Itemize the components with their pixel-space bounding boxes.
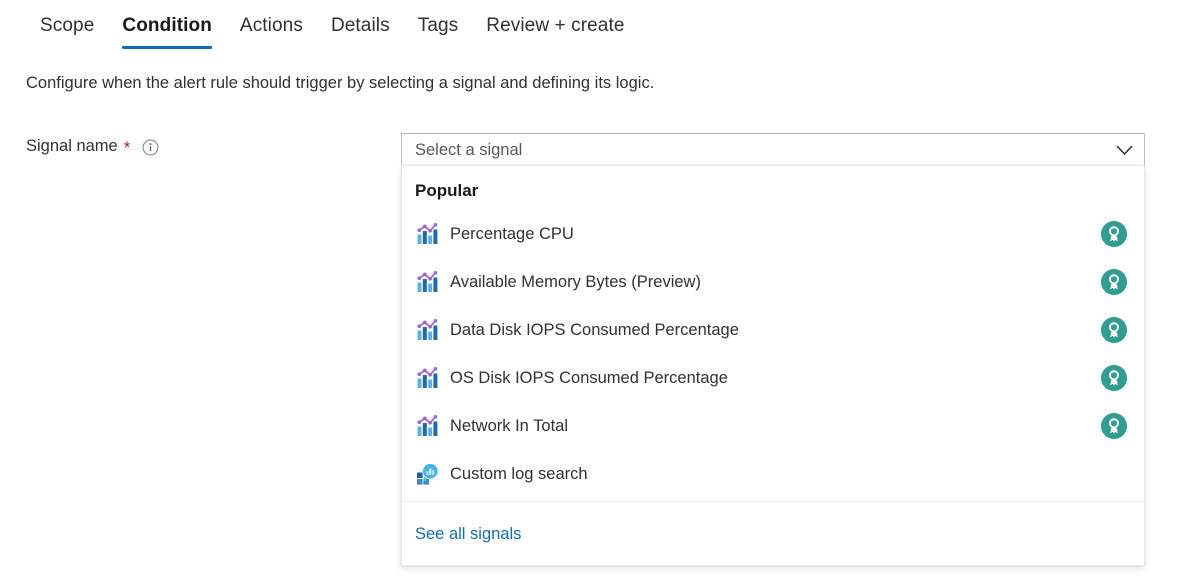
signal-option-available-memory-bytes[interactable]: Available Memory Bytes (Preview)	[402, 258, 1144, 306]
signal-dropdown-panel: Popular Percentage CPU Available Memory …	[401, 165, 1145, 566]
dropdown-footer: See all signals	[402, 501, 1144, 565]
tab-actions[interactable]: Actions	[226, 0, 317, 49]
signal-option-os-disk-iops[interactable]: OS Disk IOPS Consumed Percentage	[402, 354, 1144, 402]
popular-award-badge-icon	[1101, 413, 1127, 439]
signal-option-label: Custom log search	[450, 465, 588, 483]
tab-scope[interactable]: Scope	[26, 0, 108, 49]
signal-option-network-in-total[interactable]: Network In Total	[402, 402, 1144, 450]
signal-option-label: Network In Total	[450, 417, 568, 435]
see-all-signals-link[interactable]: See all signals	[415, 523, 521, 545]
signal-name-label: Signal name *	[26, 135, 159, 157]
tab-selected-underline	[122, 46, 212, 49]
signal-option-label: Available Memory Bytes (Preview)	[450, 273, 701, 291]
popular-award-badge-icon	[1101, 365, 1127, 391]
popular-award-badge-icon	[1101, 317, 1127, 343]
required-asterisk: *	[123, 138, 131, 157]
signal-option-percentage-cpu[interactable]: Percentage CPU	[402, 210, 1144, 258]
tab-label: Scope	[40, 15, 95, 36]
popular-award-badge-icon	[1101, 269, 1127, 295]
log-search-icon	[415, 462, 439, 486]
signal-option-custom-log-search[interactable]: Custom log search	[402, 450, 1144, 498]
metric-chart-icon	[415, 366, 439, 390]
signal-name-label-text: Signal name	[26, 137, 118, 155]
no-badge-placeholder	[1101, 461, 1127, 487]
metric-chart-icon	[415, 414, 439, 438]
tab-label: Tags	[417, 15, 459, 36]
signal-option-label: Data Disk IOPS Consumed Percentage	[450, 321, 739, 339]
tab-details[interactable]: Details	[317, 0, 404, 49]
metric-chart-icon	[415, 222, 439, 246]
signal-option-label: Percentage CPU	[450, 225, 574, 243]
signal-name-form-row: Signal name * Select a signal	[26, 133, 1154, 169]
signal-option-list: Popular Percentage CPU Available Memory …	[402, 166, 1144, 501]
signal-option-label: OS Disk IOPS Consumed Percentage	[450, 369, 728, 387]
tab-condition[interactable]: Condition	[108, 0, 226, 49]
popular-award-badge-icon	[1101, 221, 1127, 247]
tab-tags[interactable]: Tags	[404, 0, 473, 49]
tab-label: Review + create	[486, 15, 625, 36]
tab-label: Condition	[122, 15, 212, 36]
metric-chart-icon	[415, 318, 439, 342]
chevron-down-icon[interactable]	[1104, 134, 1144, 166]
option-group-header: Popular	[415, 181, 479, 200]
page-description: Configure when the alert rule should tri…	[26, 74, 655, 92]
tab-label: Actions	[239, 15, 303, 36]
info-circle-icon[interactable]	[142, 139, 159, 156]
wizard-tab-strip: Scope Condition Actions Details Tags Rev…	[0, 0, 1180, 50]
metric-chart-icon	[415, 270, 439, 294]
tab-label: Details	[330, 15, 390, 36]
signal-option-data-disk-iops[interactable]: Data Disk IOPS Consumed Percentage	[402, 306, 1144, 354]
signal-name-input[interactable]: Select a signal	[402, 139, 1104, 161]
tab-review-create[interactable]: Review + create	[472, 0, 638, 49]
signal-name-combobox[interactable]: Select a signal	[401, 133, 1145, 167]
